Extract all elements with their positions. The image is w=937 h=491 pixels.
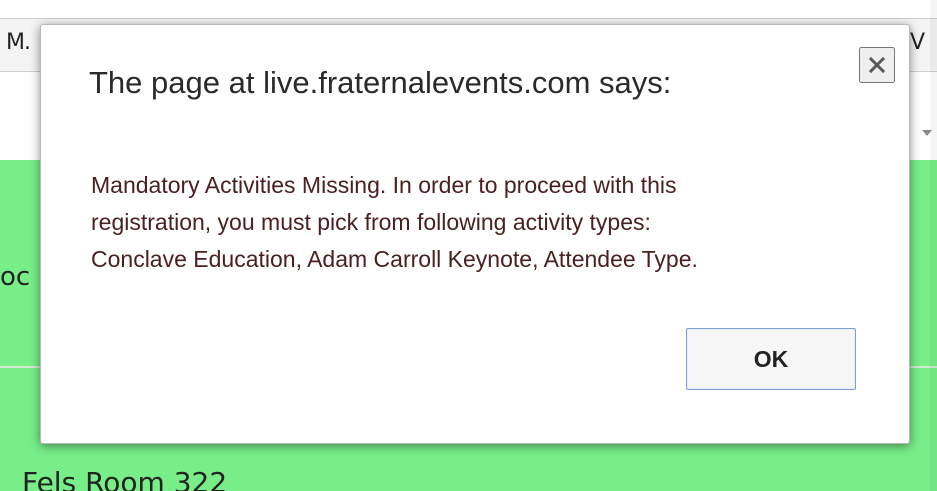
dialog-message: Mandatory Activities Missing. In order t…: [91, 167, 881, 278]
dialog-title: The page at live.fraternalevents.com say…: [89, 65, 672, 100]
background-nav-item-right[interactable]: V: [910, 30, 925, 55]
ok-button[interactable]: OK: [686, 328, 856, 390]
close-button[interactable]: [859, 47, 895, 83]
background-nav-item-left[interactable]: M.: [6, 30, 31, 55]
background-scroll-edge: [930, 0, 937, 491]
browser-top-strip: [0, 0, 937, 18]
dialog-message-line-3: Conclave Education, Adam Carroll Keynote…: [91, 246, 698, 272]
close-icon[interactable]: [868, 56, 886, 74]
background-row-label: oc: [0, 262, 31, 292]
background-row-location: Fels Room 322: [22, 466, 228, 491]
dialog-message-line-2: registration, you must pick from followi…: [91, 209, 651, 235]
dialog-message-line-1: Mandatory Activities Missing. In order t…: [91, 172, 677, 198]
alert-dialog: The page at live.fraternalevents.com say…: [40, 24, 910, 444]
